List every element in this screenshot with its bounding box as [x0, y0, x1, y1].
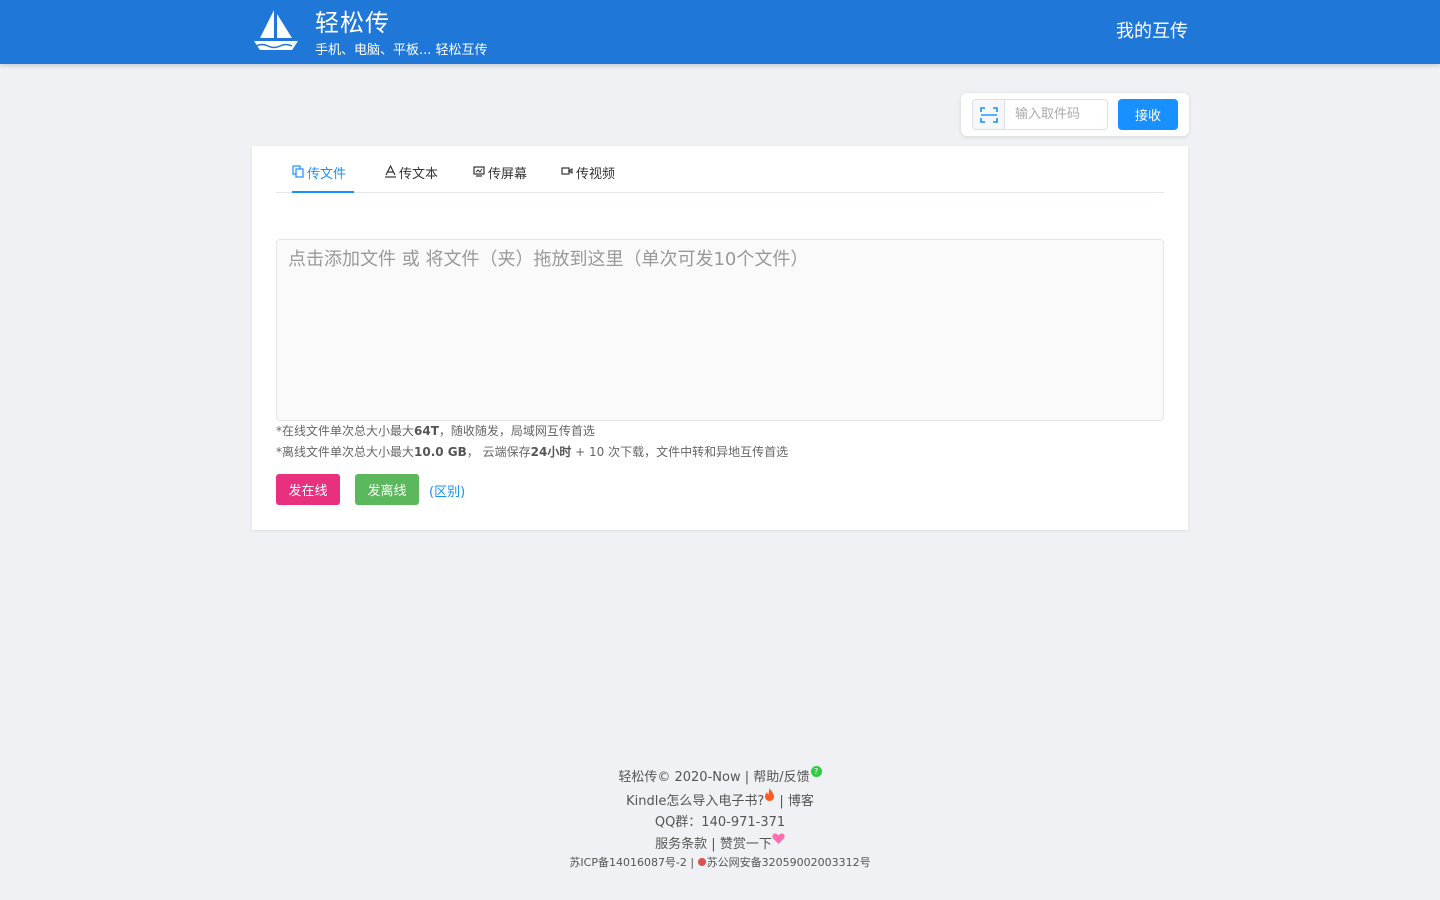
footer-line-2: Kindle怎么导入电子书? | 博客 — [0, 788, 1440, 812]
video-icon — [561, 167, 573, 175]
text-icon — [385, 165, 396, 178]
blog-link[interactable]: 博客 — [788, 794, 814, 809]
brand-subtitle: 手机、电脑、平板... 轻松互传 — [315, 43, 488, 58]
police-record-link[interactable]: 苏公网安备32059002003312号 — [707, 856, 871, 869]
donate-link[interactable]: 赞赏一下 — [720, 837, 772, 852]
pickup-code-input[interactable] — [1004, 99, 1108, 130]
footer-line-5: 苏ICP备14016087号-2 | 苏公网安备32059002003312号 — [0, 855, 1440, 871]
note-text: *离线文件单次总大小最大 — [276, 445, 415, 459]
tab-label: 传屏幕 — [488, 167, 528, 182]
note-hours: 24小时 — [530, 445, 572, 459]
scan-button[interactable] — [972, 99, 1004, 130]
heart-icon — [772, 833, 785, 844]
brand-title[interactable]: 轻松传 — [315, 7, 390, 39]
scan-icon — [979, 106, 998, 123]
note-size: 64T — [414, 424, 439, 438]
tab-send-screen[interactable]: 传屏幕 — [473, 163, 527, 193]
receive-panel: 接收 — [961, 93, 1189, 136]
my-transfers-link[interactable]: 我的互传 — [1116, 20, 1188, 44]
separator: | — [775, 794, 788, 809]
qq-group: QQ群：140-971-371 — [654, 815, 786, 830]
help-feedback-link[interactable]: 帮助/反馈 — [753, 770, 809, 785]
note-text: *在线文件单次总大小最大 — [276, 424, 415, 438]
page-footer: 轻松传© 2020-Now | 帮助/反馈? Kindle怎么导入电子书? | … — [0, 766, 1440, 871]
tab-label: 传文件 — [307, 167, 347, 182]
send-tabs: 传文件 传文本 传屏幕 传视频 — [276, 146, 1164, 193]
note-text: ，随收随发，局域网互传首选 — [438, 424, 595, 438]
tab-send-video[interactable]: 传视频 — [561, 163, 615, 193]
online-note: *在线文件单次总大小最大64T，随收随发，局域网互传首选 — [276, 423, 595, 439]
fire-icon — [765, 788, 775, 801]
note-text: + 10 次下载，文件中转和异地互传首选 — [571, 445, 789, 459]
police-badge-icon — [697, 858, 706, 866]
footer-line-1: 轻松传© 2020-Now | 帮助/反馈? — [0, 766, 1440, 788]
top-header: 轻松传 手机、电脑、平板... 轻松互传 我的互传 — [0, 0, 1440, 64]
screen-icon — [473, 166, 485, 177]
difference-link[interactable]: (区别) — [429, 481, 465, 500]
file-dropzone[interactable]: 点击添加文件 或 将文件（夹）拖放到这里（单次可发10个文件） — [276, 239, 1164, 421]
dropzone-hint: 点击添加文件 或 将文件（夹）拖放到这里（单次可发10个文件） — [288, 249, 809, 270]
send-online-button[interactable]: 发在线 — [276, 474, 340, 505]
sailboat-icon[interactable] — [252, 8, 300, 52]
file-copy-icon — [292, 165, 304, 178]
kindle-guide-link[interactable]: Kindle怎么导入电子书? — [626, 794, 764, 809]
send-card: 传文件 传文本 传屏幕 传视频 点击添加文件 或 将文件（夹）拖放到这里（单次可… — [252, 146, 1188, 530]
copyright-text: 轻松传© 2020-Now | — [618, 770, 754, 785]
send-offline-button[interactable]: 发离线 — [355, 474, 419, 505]
tab-send-file[interactable]: 传文件 — [292, 163, 354, 193]
footer-line-4: 服务条款 | 赞赏一下 — [0, 833, 1440, 855]
tab-label: 传视频 — [576, 167, 616, 182]
separator: | — [707, 837, 720, 852]
question-badge-icon: ? — [810, 766, 822, 777]
offline-note: *离线文件单次总大小最大10.0 GB， 云端保存24小时 + 10 次下载，文… — [276, 444, 788, 460]
receive-button[interactable]: 接收 — [1118, 99, 1178, 130]
separator: | — [686, 856, 698, 869]
terms-link[interactable]: 服务条款 — [655, 837, 707, 852]
note-text: ， 云端保存 — [466, 445, 531, 459]
tab-label: 传文本 — [399, 167, 439, 182]
note-size: 10.0 GB — [414, 445, 467, 459]
tab-send-text[interactable]: 传文本 — [385, 163, 438, 193]
icp-link[interactable]: 苏ICP备14016087号-2 — [569, 856, 687, 869]
